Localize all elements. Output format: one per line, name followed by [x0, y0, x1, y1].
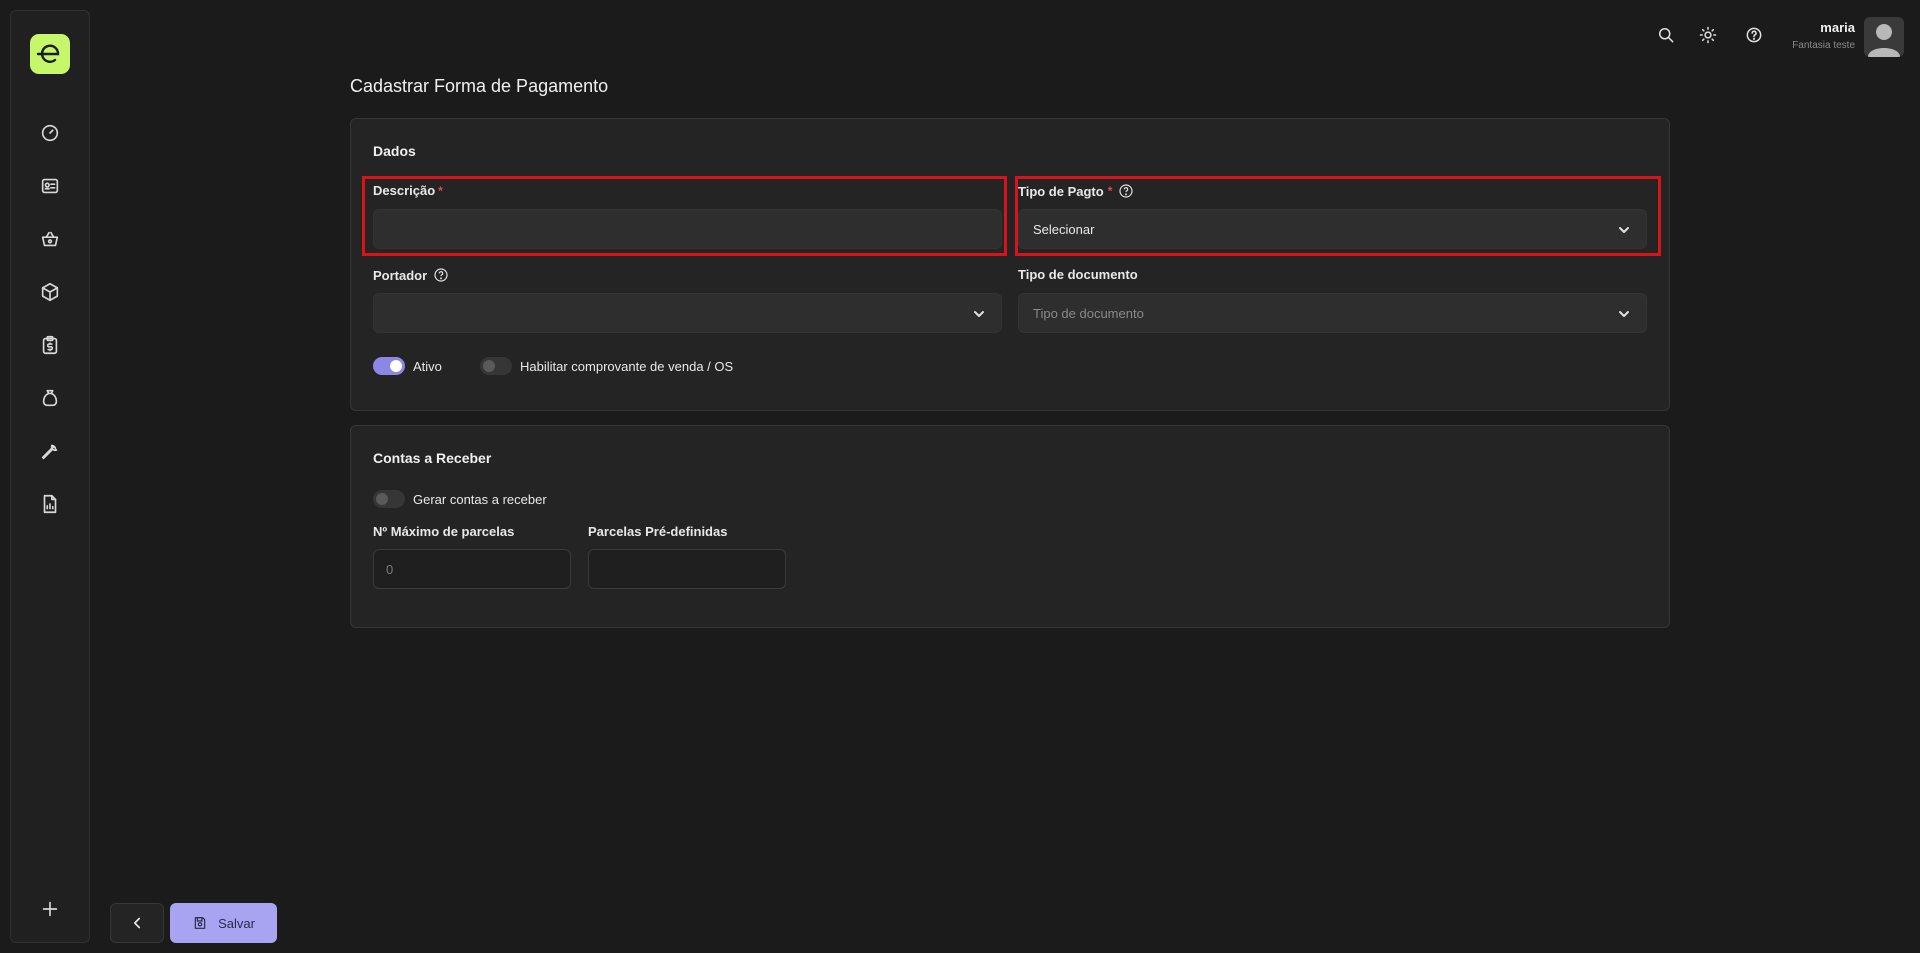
sidebar-item-contacts[interactable] [31, 167, 69, 205]
dados-card: Dados Descrição * Tipo de Pagto * Seleci… [350, 118, 1670, 411]
contas-card: Contas a Receber Gerar contas a receber … [350, 425, 1670, 628]
parcelas-predef-input[interactable] [588, 549, 786, 589]
tipo-documento-label-text: Tipo de documento [1018, 267, 1138, 282]
back-button[interactable] [110, 903, 164, 943]
max-parcelas-label: Nº Máximo de parcelas [373, 524, 514, 539]
help-button[interactable] [1739, 20, 1769, 50]
portador-label: Portador [373, 267, 449, 283]
parcelas-predef-label: Parcelas Pré-definidas [588, 524, 727, 539]
ativo-label: Ativo [413, 359, 442, 374]
chevron-down-icon [971, 306, 987, 322]
user-avatar-icon [1868, 24, 1900, 57]
comprovante-toggle[interactable] [480, 357, 512, 375]
toggle-knob [390, 360, 402, 372]
sidebar-item-products[interactable] [31, 273, 69, 311]
box-icon [41, 282, 59, 302]
sidebar-item-dashboard[interactable] [31, 114, 69, 152]
comprovante-label: Habilitar comprovante de venda / OS [520, 359, 734, 374]
gerar-contas-label: Gerar contas a receber [413, 492, 547, 507]
toggle-knob [376, 493, 388, 505]
contact-card-icon [41, 178, 59, 194]
sidebar-add-button[interactable] [31, 890, 69, 928]
plus-icon [42, 901, 58, 917]
portador-label-text: Portador [373, 267, 428, 283]
search-button[interactable] [1651, 20, 1681, 50]
dashboard-gauge-icon [41, 124, 59, 142]
parcelas-predef-label-text: Parcelas Pré-definidas [588, 524, 728, 539]
page-title: Cadastrar Forma de Pagamento [350, 76, 609, 96]
floppy-disk-icon [194, 917, 206, 929]
tipo-documento-label: Tipo de documento [1018, 267, 1138, 282]
tipo-documento-placeholder: Tipo de documento [1033, 305, 1144, 321]
theme-toggle-button[interactable] [1693, 20, 1723, 50]
search-icon [1659, 28, 1674, 43]
chevron-left-icon [133, 917, 141, 929]
avatar[interactable] [1864, 17, 1904, 57]
sidebar-item-services[interactable] [31, 432, 69, 470]
sidebar [10, 10, 90, 943]
max-parcelas-input[interactable]: 0 [373, 549, 571, 589]
user-company: Fantasia teste [1792, 40, 1855, 51]
descricao-highlight-box [362, 176, 1007, 256]
brand-logo[interactable] [30, 34, 70, 74]
ativo-toggle[interactable] [373, 357, 405, 375]
money-bag-icon [42, 389, 58, 407]
save-button[interactable]: Salvar [170, 903, 277, 943]
contas-card-title: Contas a Receber [373, 450, 492, 466]
portador-select[interactable] [373, 293, 1002, 333]
dados-card-title: Dados [373, 143, 416, 159]
report-chart-icon [43, 494, 57, 514]
wrench-icon [41, 444, 58, 460]
tipo-documento-select[interactable]: Tipo de documento [1018, 293, 1647, 333]
shopping-basket-icon [41, 231, 59, 247]
chevron-down-icon [1616, 306, 1632, 322]
logo-e-icon [36, 44, 60, 63]
help-circle-icon[interactable] [433, 267, 449, 283]
sidebar-item-reports[interactable] [31, 485, 69, 523]
sidebar-item-finance[interactable] [31, 326, 69, 364]
toggle-knob [483, 360, 495, 372]
save-button-label: Salvar [218, 915, 255, 931]
tipo-pagto-highlight-box [1015, 176, 1661, 256]
user-name[interactable]: maria [1820, 20, 1855, 35]
sidebar-item-sales[interactable] [31, 220, 69, 258]
max-parcelas-label-text: Nº Máximo de parcelas [373, 524, 515, 539]
gerar-contas-toggle[interactable] [373, 490, 405, 508]
question-circle-icon [1746, 27, 1762, 43]
clipboard-dollar-icon [42, 335, 58, 355]
sun-icon [1699, 26, 1717, 44]
max-parcelas-placeholder: 0 [386, 561, 394, 577]
sidebar-item-cash[interactable] [31, 379, 69, 417]
